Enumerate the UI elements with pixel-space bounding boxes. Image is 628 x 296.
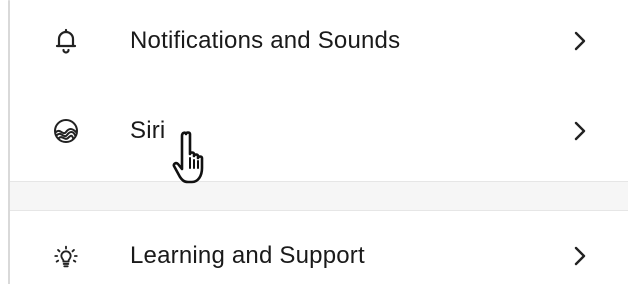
bell-icon: [52, 27, 80, 55]
settings-item-siri[interactable]: Siri: [10, 90, 628, 172]
settings-item-learning-and-support[interactable]: Learning and Support: [10, 216, 628, 296]
settings-panel: Notifications and Sounds Siri Learning a…: [0, 0, 628, 296]
lightbulb-icon: [52, 242, 80, 270]
settings-item-label: Siri: [130, 117, 166, 144]
chevron-right-icon: [574, 121, 586, 141]
chevron-right-icon: [574, 31, 586, 51]
siri-icon: [52, 117, 80, 145]
chevron-right-icon: [574, 246, 586, 266]
settings-item-notifications-and-sounds[interactable]: Notifications and Sounds: [10, 0, 628, 82]
section-separator: [10, 181, 628, 211]
settings-item-label: Notifications and Sounds: [130, 27, 401, 54]
settings-item-label: Learning and Support: [130, 242, 365, 269]
